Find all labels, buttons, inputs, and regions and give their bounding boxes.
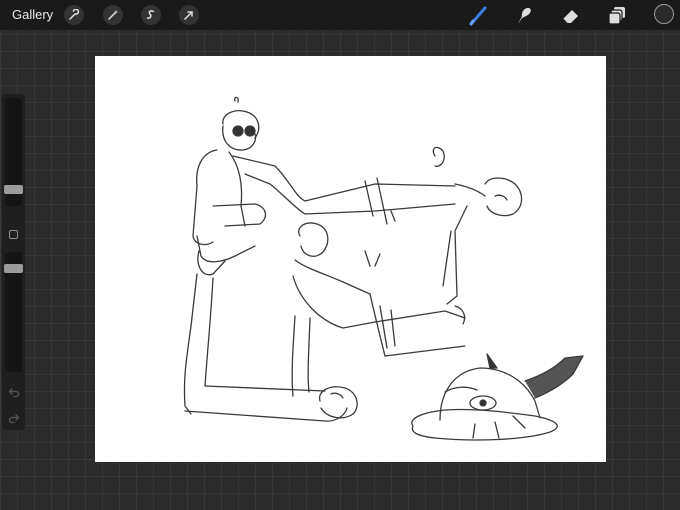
brush-size-slider-thumb[interactable] [4, 185, 23, 194]
selection-icon[interactable] [141, 5, 161, 25]
pencil-sketch [183, 96, 584, 441]
gallery-button[interactable]: Gallery [12, 7, 53, 22]
brush-opacity-slider-thumb[interactable] [4, 264, 23, 273]
layers-icon[interactable] [607, 4, 629, 26]
sketch-figure-top-right [232, 146, 523, 305]
top-toolbar: Gallery [0, 0, 680, 30]
modify-square-icon[interactable] [9, 230, 18, 239]
smudge-icon[interactable] [513, 4, 535, 26]
brush-icon[interactable] [468, 4, 490, 26]
sketch-figure-top-left [192, 96, 267, 276]
drawing-canvas[interactable] [95, 56, 606, 462]
magic-wand-icon[interactable] [103, 5, 123, 25]
sketch-figure-bottom-left [183, 273, 358, 422]
redo-icon[interactable] [8, 412, 20, 424]
color-picker-swatch[interactable] [654, 4, 674, 24]
wrench-icon[interactable] [64, 5, 84, 25]
undo-icon[interactable] [8, 386, 20, 398]
sketch-creature-bottom-right [411, 353, 584, 441]
sketch-figure-middle [292, 222, 466, 357]
transform-arrow-icon[interactable] [179, 5, 199, 25]
eraser-icon[interactable] [560, 4, 582, 26]
left-sidebar [2, 94, 25, 430]
